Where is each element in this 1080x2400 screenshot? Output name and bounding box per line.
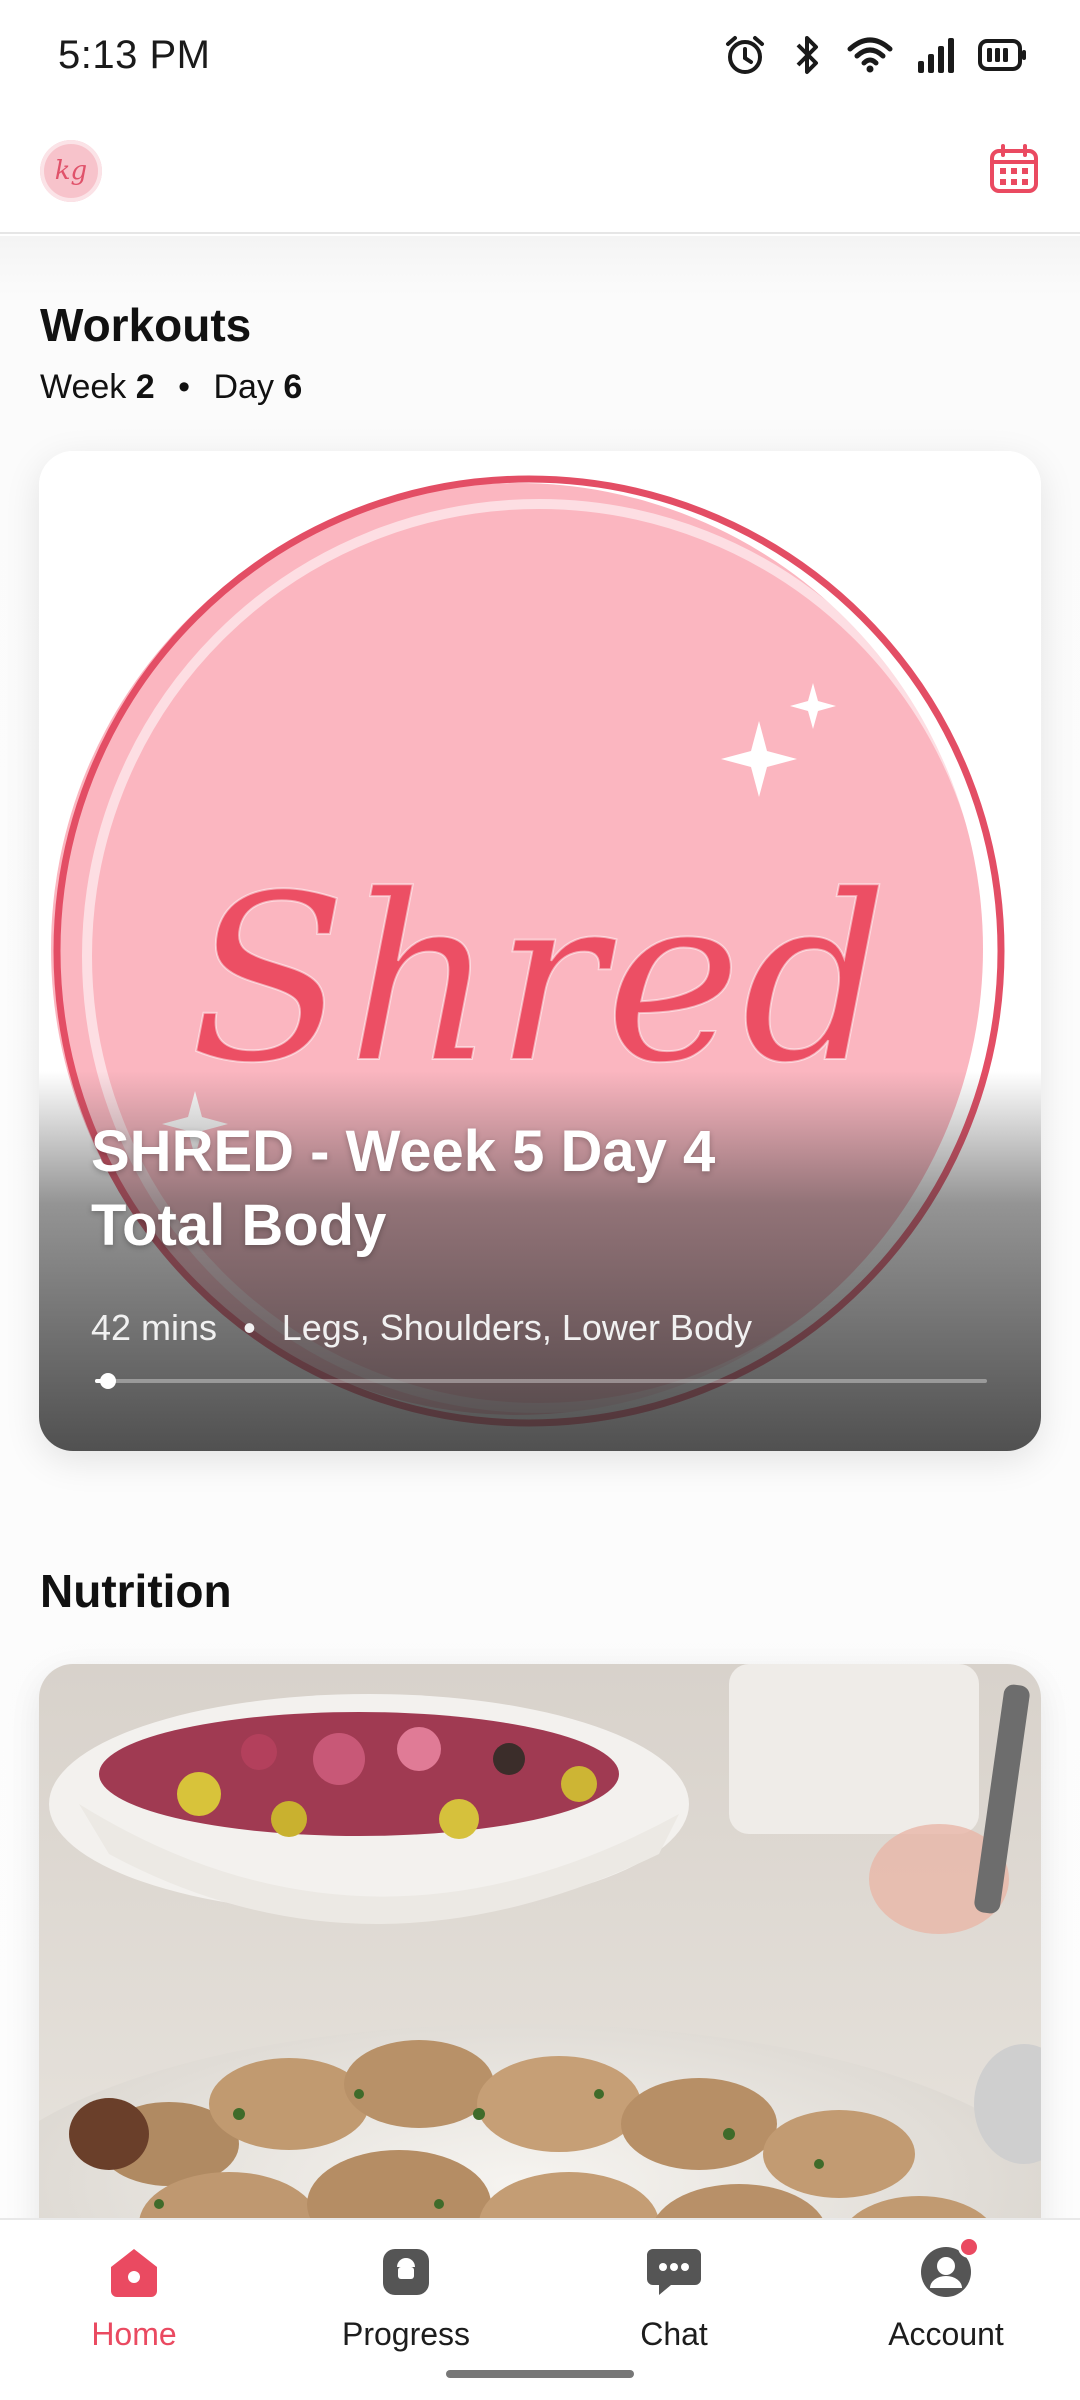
logo-text: kg xyxy=(54,156,88,186)
nav-account[interactable]: Account xyxy=(836,2236,1056,2353)
workout-duration: 42 mins xyxy=(91,1307,218,1348)
workout-progress-knob xyxy=(99,1373,116,1389)
nav-chat[interactable]: Chat xyxy=(564,2242,784,2353)
nav-home-label: Home xyxy=(91,2316,177,2352)
nav-progress[interactable]: Progress xyxy=(296,2242,516,2353)
gesture-home-indicator[interactable] xyxy=(446,2370,634,2378)
nav-progress-label: Progress xyxy=(341,2316,471,2352)
nav-account-label: Account xyxy=(888,2316,1004,2352)
week-label: Week xyxy=(40,368,127,406)
nav-chat-label: Chat xyxy=(640,2316,708,2352)
alarm-icon xyxy=(722,32,768,78)
separator-dot: • xyxy=(243,1307,256,1348)
week-value: 2 xyxy=(135,368,155,406)
status-time: 5:13 PM xyxy=(58,32,211,77)
notification-badge xyxy=(958,2236,980,2258)
nutrition-card[interactable] xyxy=(39,1664,1041,2218)
separator-dot: • xyxy=(178,368,191,406)
program-week-day: Week 2 • Day 6 xyxy=(40,368,302,407)
workout-progress-bar xyxy=(95,1373,987,1389)
calendar-icon[interactable] xyxy=(988,143,1040,200)
bluetooth-icon xyxy=(790,32,824,78)
workouts-heading: Workouts xyxy=(40,299,252,351)
brand-logo[interactable]: kg xyxy=(40,140,102,202)
workout-title: SHRED - Week 5 Day 4 Total Body xyxy=(91,1119,716,1258)
signal-icon xyxy=(916,35,956,75)
wifi-icon xyxy=(846,35,894,75)
chat-icon xyxy=(644,2242,704,2302)
day-label: Day xyxy=(213,368,274,406)
nutrition-meal-photo xyxy=(39,1664,1041,2218)
app-header: kg xyxy=(0,110,1080,234)
home-icon xyxy=(104,2242,164,2302)
workout-meta: 42 mins • Legs, Shoulders, Lower Body xyxy=(91,1307,752,1349)
nutrition-heading: Nutrition xyxy=(40,1565,232,1617)
status-bar: 5:13 PM xyxy=(0,0,1080,110)
workout-tags: Legs, Shoulders, Lower Body xyxy=(281,1307,752,1348)
scale-icon xyxy=(376,2242,436,2302)
account-icon xyxy=(916,2236,980,2302)
home-feed[interactable]: Workouts Week 2 • Day 6 Shred SHRED - We… xyxy=(0,236,1080,2218)
battery-icon xyxy=(978,38,1028,72)
status-icons xyxy=(722,32,1028,78)
workout-card[interactable]: Shred SHRED - Week 5 Day 4 Total Body 42… xyxy=(39,451,1041,1451)
nav-home[interactable]: Home xyxy=(24,2242,244,2353)
day-value: 6 xyxy=(283,368,303,406)
